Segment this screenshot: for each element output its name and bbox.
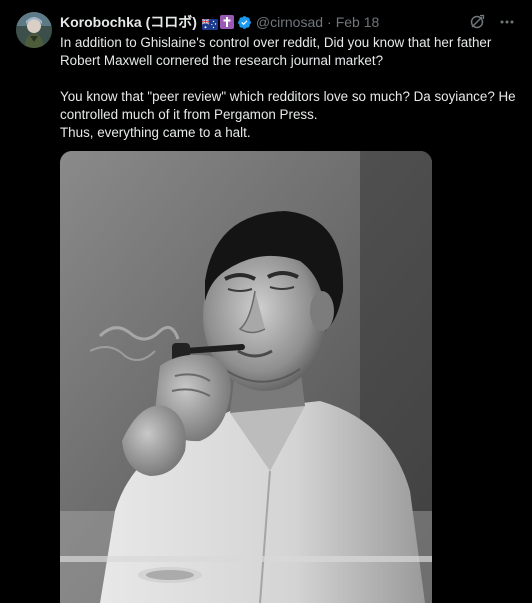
header-actions (456, 12, 516, 32)
tweet-paragraph-3: Thus, everything came to a halt. (60, 125, 251, 140)
tweet-paragraph-2: You know that "peer review" which reddit… (60, 89, 516, 122)
australia-flag-icon (201, 17, 218, 30)
grok-icon[interactable] (468, 13, 486, 31)
avatar[interactable] (16, 12, 52, 48)
more-dots-icon[interactable] (498, 13, 516, 31)
separator-dot: · (327, 14, 332, 30)
tweet-text: In addition to Ghislaine's control over … (60, 34, 520, 142)
tweet-photo[interactable] (60, 151, 432, 603)
author-display-name[interactable]: Korobochka (コロボ) (60, 12, 197, 32)
post-timestamp[interactable]: Feb 18 (336, 14, 380, 30)
tweet-paragraph-1: In addition to Ghislaine's control over … (60, 35, 492, 68)
latin-cross-icon (219, 15, 234, 29)
verified-badge-icon[interactable] (237, 15, 252, 30)
tweet-post[interactable]: Korobochka (コロボ) @cirnosad · Feb 18 In a… (0, 0, 532, 603)
post-header: Korobochka (コロボ) @cirnosad · Feb 18 (60, 12, 516, 32)
author-handle[interactable]: @cirnosad (256, 14, 323, 30)
